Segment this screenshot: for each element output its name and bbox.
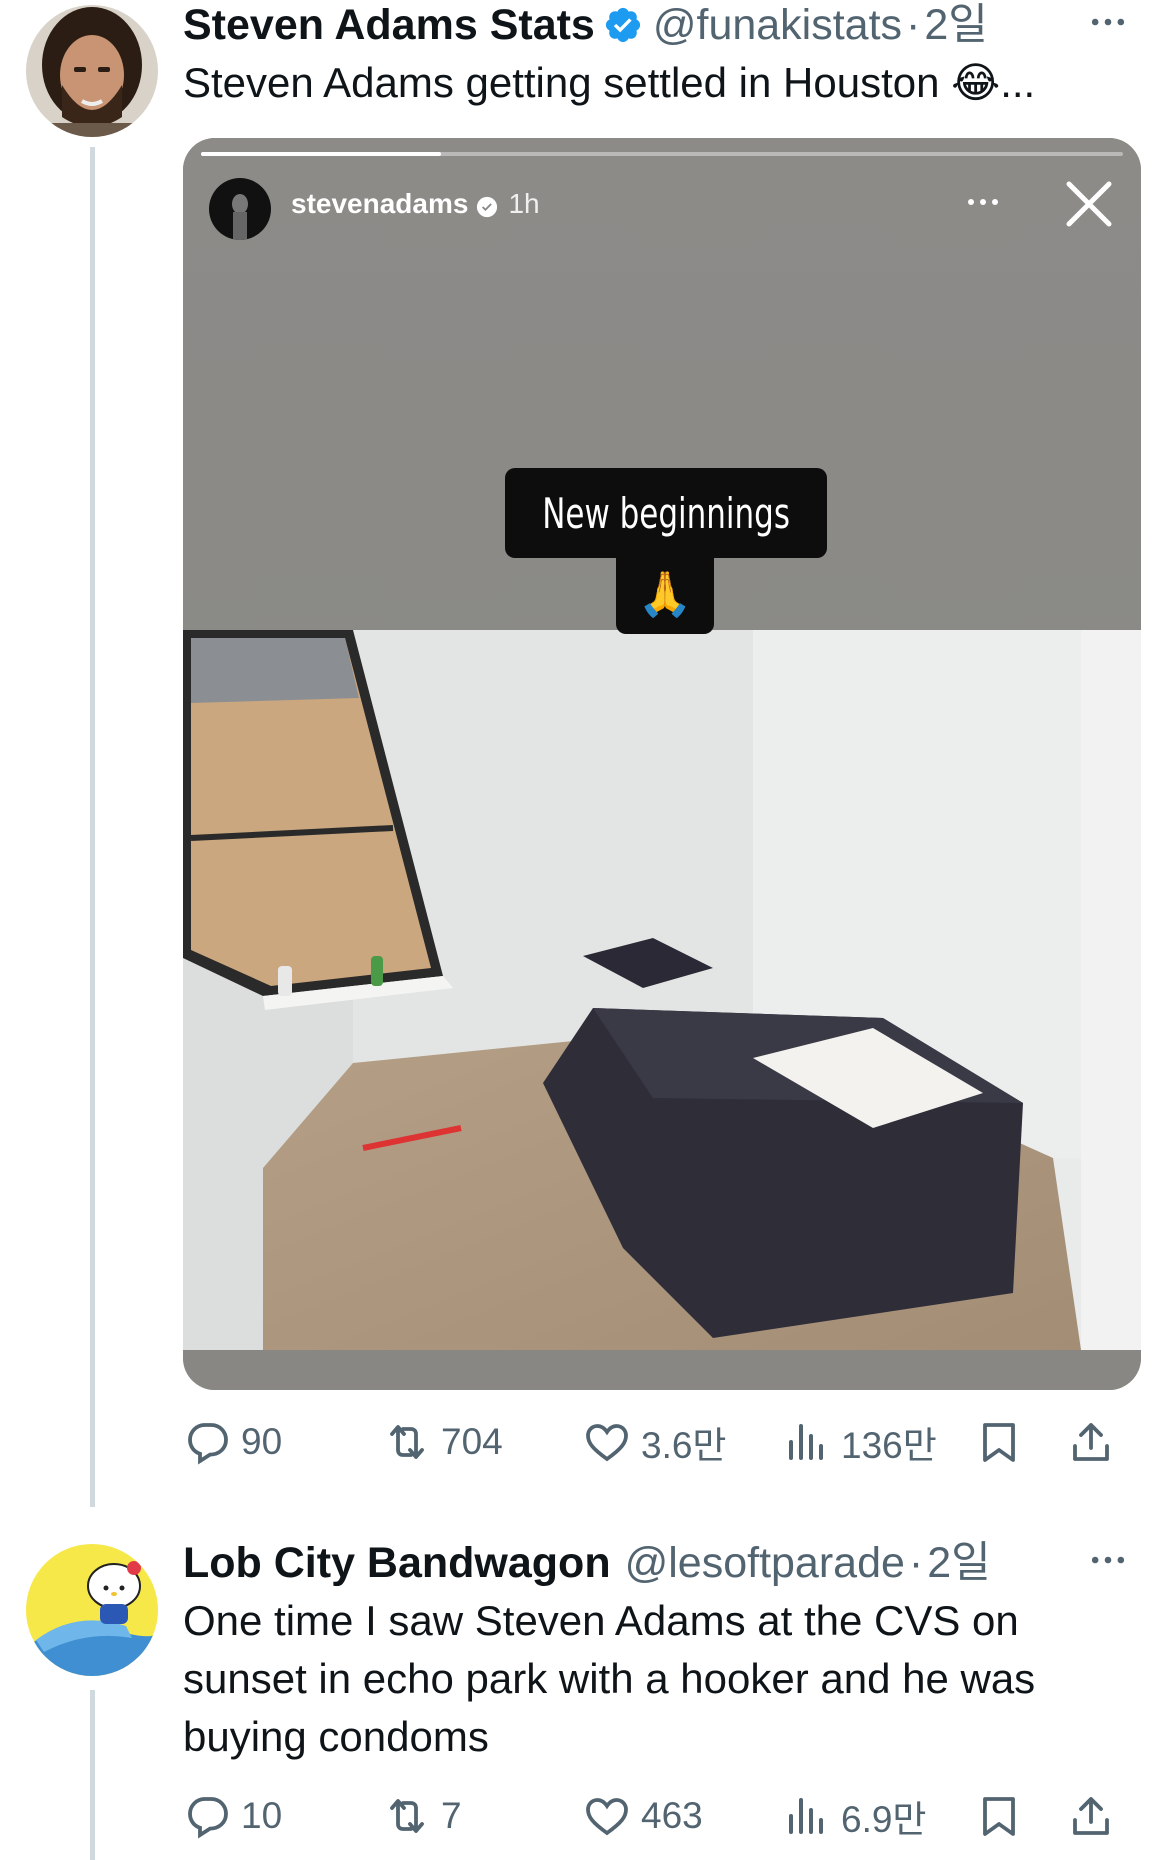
heart-icon [586, 1424, 628, 1462]
heart-icon [586, 1798, 628, 1836]
views-count: 6.9만 [841, 1799, 927, 1840]
retweet-icon [390, 1425, 424, 1459]
thread-line [90, 1690, 95, 1860]
tweet-header: Lob City Bandwagon @lesoftparade · 2일 [183, 1538, 991, 1588]
thread-line [90, 147, 95, 1507]
story-progress-bar [201, 152, 1123, 156]
verified-badge-icon [603, 5, 643, 45]
views-icon [789, 1424, 823, 1460]
reply-button[interactable]: 90 [183, 1418, 383, 1466]
reply-icon [188, 1423, 228, 1465]
timestamp[interactable]: 2일 [927, 1538, 990, 1588]
reply-icon [188, 1797, 228, 1839]
tweet-1[interactable]: Steven Adams Stats @funakistats · 2일 Ste… [0, 0, 1170, 1530]
more-horizontal-icon[interactable] [1086, 0, 1130, 55]
story-progress-fill [201, 152, 441, 156]
tweet-header: Steven Adams Stats @funakistats · 2일 [183, 0, 988, 50]
bookmark-icon [983, 1797, 1015, 1836]
views-count: 136만 [841, 1425, 937, 1466]
bookmark-button[interactable] [975, 1792, 1067, 1840]
retweet-count: 704 [441, 1421, 503, 1462]
tweet-text: One time I saw Steven Adams at the CVS o… [183, 1597, 1036, 1760]
handle[interactable]: @lesoftparade [625, 1538, 905, 1588]
views-button[interactable]: 136만 [783, 1415, 975, 1469]
sticker-text: New beginnings [542, 488, 790, 538]
story-text-sticker: New beginnings [505, 468, 827, 558]
bookmark-icon [983, 1423, 1015, 1462]
tweet-text: Steven Adams getting settled in Houston … [183, 59, 1036, 106]
share-icon [1073, 1797, 1109, 1835]
story-image [183, 138, 1141, 1390]
reply-count: 90 [241, 1421, 283, 1462]
story-username[interactable]: stevenadams [291, 188, 468, 220]
avatar[interactable] [26, 1544, 158, 1676]
like-count: 463 [641, 1795, 703, 1836]
bookmark-button[interactable] [975, 1418, 1067, 1466]
tweet-actions: 90 704 3.6만 136만 [183, 1412, 1138, 1472]
display-name[interactable]: Steven Adams Stats [183, 0, 595, 50]
tweet-media[interactable]: stevenadams 1h New beginnings 🙏 [183, 138, 1141, 1390]
retweet-button[interactable]: 7 [383, 1792, 583, 1840]
story-header: stevenadams 1h [291, 188, 540, 220]
praying-hands-emoji: 🙏 [637, 570, 693, 619]
views-button[interactable]: 6.9만 [783, 1789, 975, 1843]
like-button[interactable]: 463 [583, 1792, 783, 1840]
close-icon[interactable] [1063, 178, 1115, 235]
share-button[interactable] [1067, 1792, 1127, 1840]
separator: · [908, 1539, 924, 1587]
story-more-icon[interactable] [963, 190, 1003, 219]
retweet-button[interactable]: 704 [383, 1418, 583, 1466]
share-button[interactable] [1067, 1418, 1127, 1466]
tweet-actions: 10 7 463 6.9만 [183, 1786, 1138, 1846]
story-time: 1h [508, 188, 540, 219]
separator: · [906, 1, 921, 49]
reply-count: 10 [241, 1795, 283, 1836]
avatar[interactable] [26, 5, 158, 137]
story-avatar[interactable] [209, 178, 271, 240]
handle[interactable]: @funakistats [653, 0, 902, 50]
reply-button[interactable]: 10 [183, 1792, 383, 1840]
timestamp[interactable]: 2일 [924, 0, 987, 50]
like-button[interactable]: 3.6만 [583, 1415, 783, 1469]
story-emoji-sticker: 🙏 [616, 554, 714, 634]
views-icon [789, 1798, 823, 1834]
story-verified-icon [476, 193, 498, 218]
like-count: 3.6만 [641, 1425, 727, 1466]
retweet-count: 7 [441, 1795, 462, 1836]
tweet-2[interactable]: Lob City Bandwagon @lesoftparade · 2일 On… [0, 1530, 1170, 1860]
display-name[interactable]: Lob City Bandwagon [183, 1538, 611, 1588]
more-horizontal-icon[interactable] [1086, 1538, 1130, 1593]
share-icon [1073, 1423, 1109, 1461]
retweet-icon [390, 1799, 424, 1833]
